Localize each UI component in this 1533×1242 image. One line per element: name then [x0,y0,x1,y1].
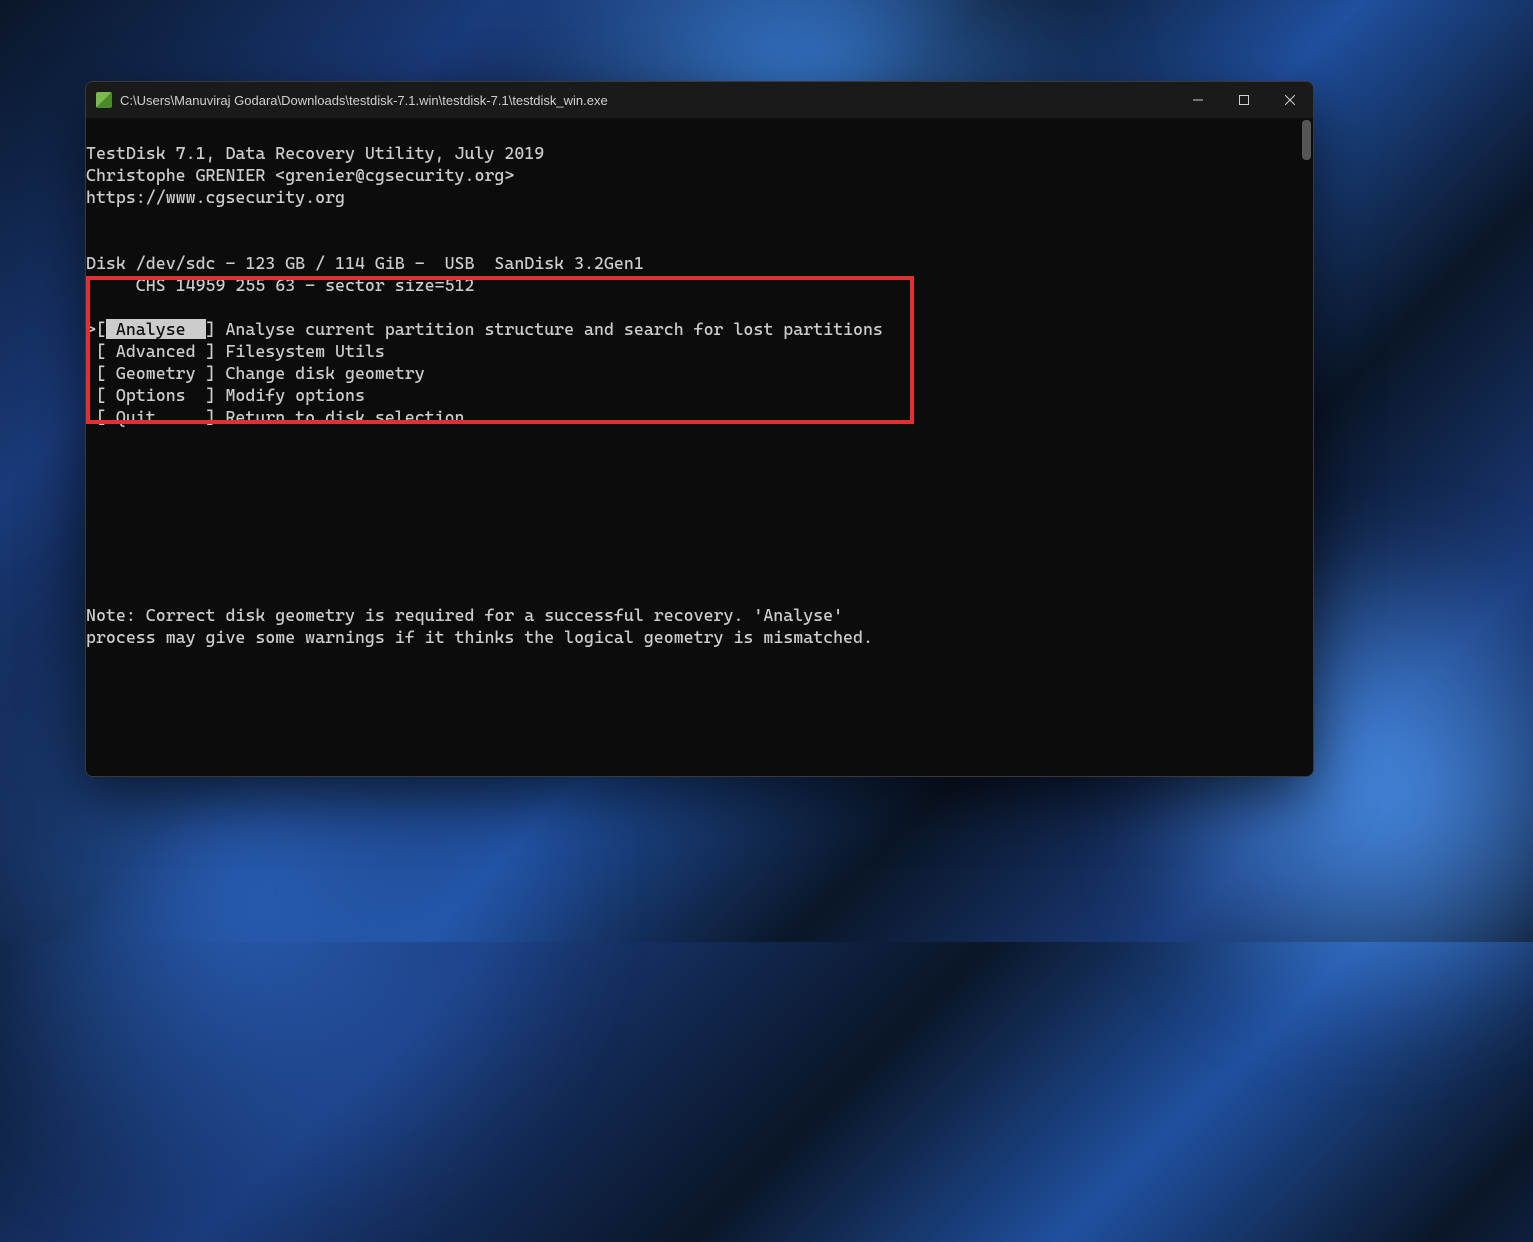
window-title: C:\Users\Manuviraj Godara\Downloads\test… [120,93,1175,108]
titlebar[interactable]: C:\Users\Manuviraj Godara\Downloads\test… [86,82,1313,118]
scrollbar-thumb[interactable] [1302,120,1311,160]
terminal-output[interactable]: TestDisk 7.1, Data Recovery Utility, Jul… [86,118,1313,776]
header-line: https://www.cgsecurity.org [86,187,345,207]
disk-info: CHS 14959 255 63 - sector size=512 [86,275,474,295]
menu-item-geometry[interactable]: [ Geometry ] Change disk geometry [86,363,425,383]
app-icon [96,92,112,108]
header-line: TestDisk 7.1, Data Recovery Utility, Jul… [86,143,544,163]
menu-item-quit[interactable]: [ Quit ] Return to disk selection [86,407,465,427]
menu-item-advanced[interactable]: [ Advanced ] Filesystem Utils [86,341,385,361]
header-line: Christophe GRENIER <grenier@cgsecurity.o… [86,165,514,185]
disk-info: Disk /dev/sdc - 123 GB / 114 GiB - USB S… [86,253,644,273]
menu-item-options[interactable]: [ Options ] Modify options [86,385,365,405]
note-line: process may give some warnings if it thi… [86,627,873,647]
close-button[interactable] [1267,82,1313,118]
minimize-button[interactable] [1175,82,1221,118]
app-window: C:\Users\Manuviraj Godara\Downloads\test… [85,81,1314,777]
maximize-button[interactable] [1221,82,1267,118]
menu-item-analyse[interactable]: >[ Analyse ] Analyse current partition s… [86,319,883,339]
note-line: Note: Correct disk geometry is required … [86,605,843,625]
